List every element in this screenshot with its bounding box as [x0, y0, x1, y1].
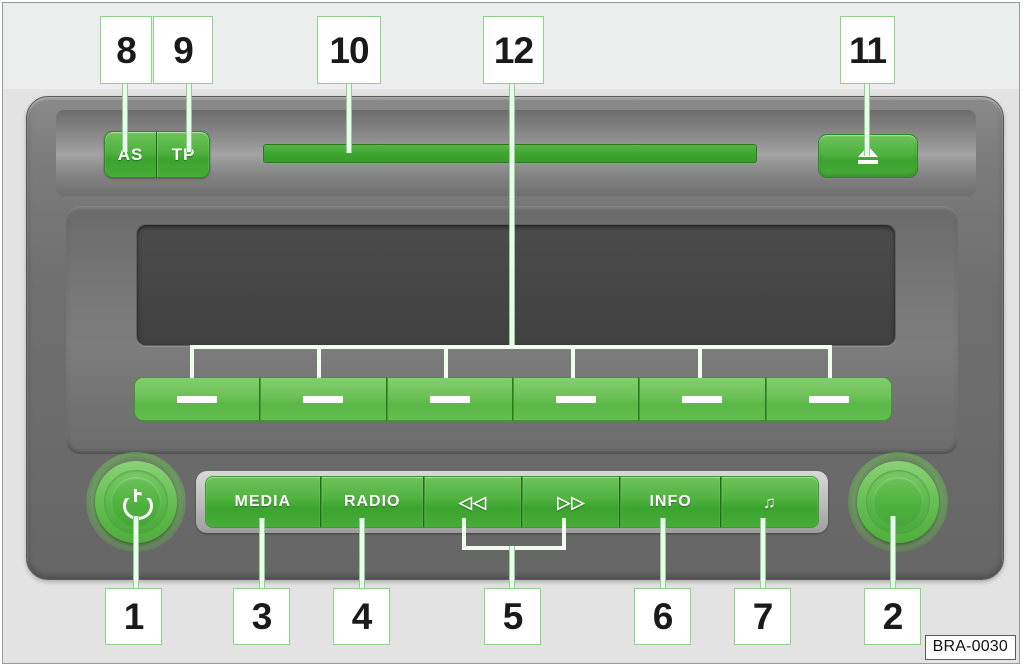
- knob-cap: [873, 477, 923, 527]
- callout-1: 1: [105, 588, 162, 645]
- leader-drop-preset-2: [317, 345, 321, 378]
- preset-dash-icon: [682, 395, 723, 403]
- info-button[interactable]: INFO: [620, 476, 721, 528]
- callout-12-number: 12: [493, 29, 534, 71]
- preset-dash-icon: [556, 395, 597, 403]
- preset-dash-icon: [808, 395, 849, 403]
- leader-bus-12: [190, 345, 832, 349]
- leader-line-2: [890, 516, 896, 588]
- callout-2-number: 2: [882, 596, 904, 637]
- callout-5-number: 5: [502, 596, 524, 637]
- function-button-strip[interactable]: MEDIA RADIO ◁◁ ▷▷ INFO ♫: [205, 476, 819, 528]
- preset-button-3[interactable]: [386, 377, 513, 421]
- callout-11: 11: [840, 16, 895, 84]
- leader-line-9: [186, 83, 192, 152]
- callout-8-number: 8: [116, 29, 137, 71]
- callout-9: 9: [153, 16, 213, 84]
- preset-button-1[interactable]: [134, 377, 261, 421]
- leader-drop-preset-6: [828, 345, 832, 378]
- leader-drop-preset-3: [444, 345, 448, 378]
- callout-4-number: 4: [351, 596, 373, 637]
- menu-rotary-knob[interactable]: [848, 452, 948, 552]
- tp-button[interactable]: TP: [157, 132, 209, 177]
- as-tp-button-group[interactable]: AS TP: [104, 131, 210, 178]
- figure-image-code: BRA-0030: [924, 635, 1016, 660]
- leader-line-4: [359, 518, 365, 588]
- power-icon: [123, 489, 153, 520]
- callout-1-number: 1: [123, 596, 145, 637]
- rewind-icon: ◁◁: [458, 492, 488, 512]
- leader-line-10: [346, 83, 352, 153]
- as-button[interactable]: AS: [105, 132, 157, 177]
- leader-line-6: [660, 518, 666, 588]
- callout-3: 3: [233, 588, 290, 645]
- callout-8: 8: [100, 16, 152, 84]
- preset-button-row[interactable]: [134, 377, 892, 421]
- info-button-label: INFO: [649, 493, 692, 510]
- leader-line-3: [259, 518, 265, 588]
- preset-button-6[interactable]: [765, 377, 892, 421]
- figure-canvas: AS TP MEDIA RADIO ◁◁ ▷▷ INFO ♫ 8 9 10 12…: [0, 0, 1024, 668]
- preset-button-2[interactable]: [260, 377, 387, 421]
- callout-6-number: 6: [652, 596, 674, 637]
- preset-dash-icon: [303, 395, 344, 403]
- callout-6: 6: [634, 588, 691, 645]
- sound-settings-button[interactable]: ♫: [720, 476, 819, 528]
- media-button-label: MEDIA: [234, 493, 292, 510]
- callout-7-number: 7: [752, 596, 774, 637]
- leader-line-7: [760, 518, 766, 588]
- preset-button-5[interactable]: [639, 377, 766, 421]
- callout-2: 2: [864, 588, 921, 645]
- leader-line-1: [133, 516, 139, 588]
- leader-line-5: [509, 546, 515, 588]
- radio-button[interactable]: RADIO: [320, 476, 424, 528]
- preset-button-4[interactable]: [512, 377, 640, 421]
- radio-button-label: RADIO: [343, 493, 401, 510]
- callout-9-number: 9: [173, 29, 194, 71]
- callout-7: 7: [734, 588, 791, 645]
- leader-line-8: [122, 83, 128, 152]
- rewind-button[interactable]: ◁◁: [423, 476, 523, 528]
- leader-line-12-stem: [509, 83, 515, 346]
- callout-3-number: 3: [251, 596, 273, 637]
- music-note-icon: ♫: [762, 492, 777, 512]
- preset-dash-icon: [177, 395, 218, 403]
- callout-11-number: 11: [848, 29, 887, 71]
- leader-drop-preset-1: [190, 345, 194, 378]
- callout-10-number: 10: [329, 29, 369, 71]
- leader-drop-preset-4: [571, 345, 575, 378]
- preset-dash-icon: [429, 395, 470, 403]
- radio-display-screen: [136, 224, 896, 346]
- fast-forward-icon: ▷▷: [557, 492, 586, 512]
- callout-4: 4: [333, 588, 390, 645]
- callout-12: 12: [483, 16, 544, 84]
- leader-line-11: [864, 83, 870, 156]
- callout-5: 5: [484, 588, 541, 645]
- callout-10: 10: [317, 16, 381, 84]
- leader-drop-preset-5: [698, 345, 702, 378]
- fast-forward-button[interactable]: ▷▷: [522, 476, 621, 528]
